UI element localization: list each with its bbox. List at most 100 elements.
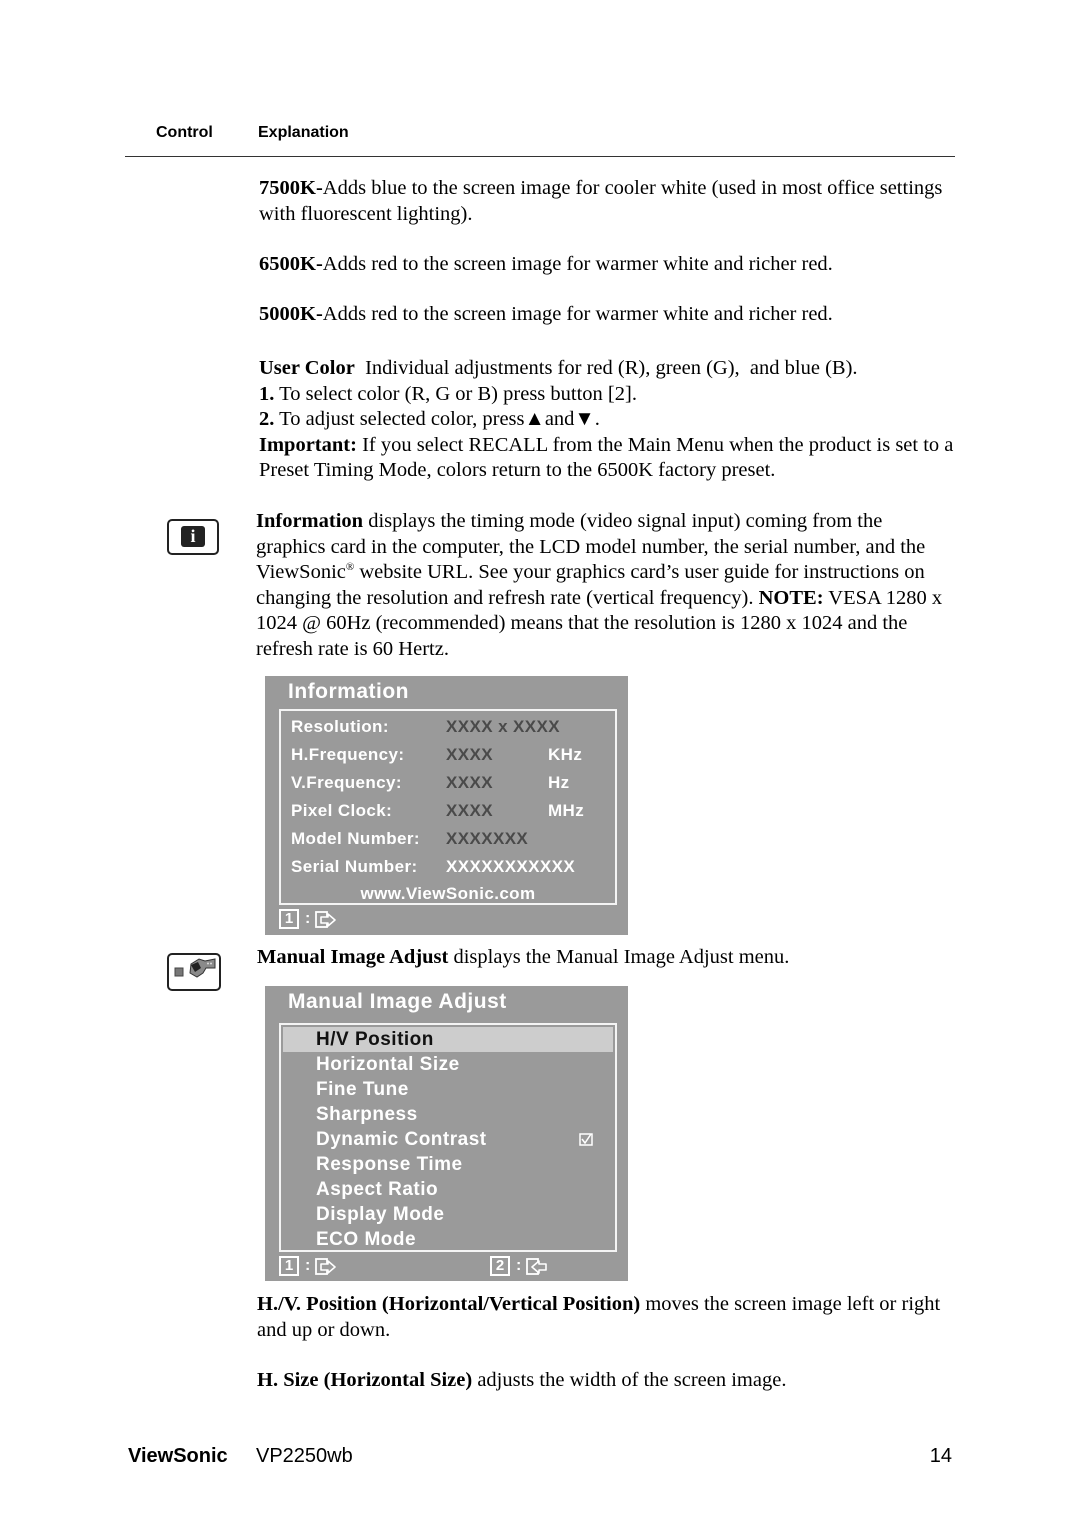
step-2-number: 2. bbox=[259, 408, 275, 430]
exit-icon bbox=[315, 1258, 336, 1275]
paragraph-information: Information displays the timing mode (vi… bbox=[256, 509, 956, 662]
desc-6500k: Adds red to the screen image for warmer … bbox=[322, 253, 833, 275]
manual-image-adjust-osd-frame: H/V Position Horizontal Size Fine Tune S… bbox=[279, 1023, 617, 1252]
step-1-text: To select color (R, G or B) press button… bbox=[274, 382, 637, 405]
column-header-explanation: Explanation bbox=[258, 124, 349, 141]
osd-label: Serial Number: bbox=[291, 857, 418, 876]
osd-title-manual-image-adjust: Manual Image Adjust bbox=[288, 990, 507, 1013]
osd-row-model-number: Model Number: XXXXXXX bbox=[291, 824, 615, 852]
information-osd-frame: Resolution: XXXX x XXXX H.Frequency: XXX… bbox=[279, 709, 617, 905]
osd-item-dynamic-contrast[interactable]: Dynamic Contrast bbox=[283, 1127, 613, 1152]
osd-item-label: Aspect Ratio bbox=[316, 1179, 439, 1200]
information-icon: i bbox=[167, 519, 219, 555]
key-1-badge: 1 bbox=[279, 909, 299, 929]
osd-item-label: Sharpness bbox=[316, 1104, 418, 1125]
page-number: 14 bbox=[929, 1445, 952, 1467]
osd-item-sharpness[interactable]: Sharpness bbox=[283, 1102, 613, 1127]
footer-model: VP2250wb bbox=[256, 1445, 353, 1467]
osd-unit: KHz bbox=[548, 745, 583, 764]
desc-5000k: Adds red to the screen image for warmer … bbox=[322, 303, 833, 325]
term-user-color: User Color bbox=[259, 357, 355, 379]
osd-label: H.Frequency: bbox=[291, 745, 405, 764]
osd-item-label: ECO Mode bbox=[316, 1229, 417, 1250]
key-2-badge: 2 bbox=[490, 1256, 510, 1276]
registered-mark: ® bbox=[345, 561, 355, 574]
step-2-period: . bbox=[594, 408, 600, 430]
desc-user-color: Individual adjustments for red (R), gree… bbox=[354, 357, 858, 379]
osd-item-label: Dynamic Contrast bbox=[316, 1129, 487, 1150]
paragraph-7500k: 7500K-Adds blue to the screen image for … bbox=[259, 176, 959, 227]
exit-icon bbox=[315, 911, 336, 928]
paragraph-hv-position: H./V. Position (Horizontal/Vertical Posi… bbox=[257, 1292, 957, 1343]
step-2-text: To adjust selected color, press bbox=[274, 408, 525, 430]
osd-item-label: Horizontal Size bbox=[316, 1054, 460, 1075]
osd-item-horizontal-size[interactable]: Horizontal Size bbox=[283, 1052, 613, 1077]
term-note: NOTE: bbox=[758, 586, 824, 609]
term-7500k: 7500K- bbox=[259, 177, 323, 199]
osd-footer-exit: 1 : bbox=[279, 1256, 399, 1278]
checkbox-checked-icon[interactable] bbox=[579, 1133, 593, 1146]
term-important: Important: bbox=[259, 433, 357, 456]
wrench-icon bbox=[167, 953, 221, 991]
step-1-number: 1. bbox=[259, 382, 275, 405]
paragraph-h-size: H. Size (Horizontal Size) adjusts the wi… bbox=[257, 1368, 957, 1394]
paragraph-manual-image-adjust: Manual Image Adjust displays the Manual … bbox=[257, 945, 957, 971]
column-header-control: Control bbox=[156, 124, 213, 141]
h-size-text: adjusts the width of the screen image. bbox=[472, 1369, 787, 1391]
manual-image-adjust-text: displays the Manual Image Adjust menu. bbox=[448, 946, 790, 968]
osd-item-aspect-ratio[interactable]: Aspect Ratio bbox=[283, 1177, 613, 1202]
osd-label: Pixel Clock: bbox=[291, 801, 393, 820]
osd-unit: Hz bbox=[548, 773, 570, 792]
osd-label: Model Number: bbox=[291, 829, 420, 848]
osd-item-eco-mode[interactable]: ECO Mode bbox=[283, 1227, 613, 1252]
osd-row-resolution: Resolution: XXXX x XXXX bbox=[291, 712, 615, 740]
term-hv-position: H./V. Position (Horizontal/Vertical Posi… bbox=[257, 1293, 641, 1315]
osd-row-serial-number: Serial Number: XXXXXXXXXXX bbox=[291, 852, 615, 880]
manual-image-adjust-osd-menu: Manual Image Adjust H/V Position Horizon… bbox=[265, 986, 628, 1281]
osd-label: Resolution: bbox=[291, 717, 389, 736]
paragraph-user-color: User Color Individual adjustments for re… bbox=[259, 356, 959, 484]
osd-item-display-mode[interactable]: Display Mode bbox=[283, 1202, 613, 1227]
osd-value: XXXXXXXXXXX bbox=[446, 857, 576, 876]
term-6500k: 6500K- bbox=[259, 253, 323, 275]
term-information: Information bbox=[256, 510, 364, 532]
osd-item-label: Display Mode bbox=[316, 1204, 445, 1225]
up-arrow-icon: ▲ bbox=[524, 408, 545, 430]
paragraph-5000k: 5000K-Adds red to the screen image for w… bbox=[259, 302, 959, 328]
paragraph-6500k: 6500K-Adds red to the screen image for w… bbox=[259, 252, 959, 278]
footer-brand: ViewSonic bbox=[128, 1445, 228, 1467]
term-5000k: 5000K- bbox=[259, 303, 323, 325]
osd-item-hv-position[interactable]: H/V Position bbox=[283, 1027, 613, 1052]
osd-item-label: H/V Position bbox=[316, 1029, 434, 1050]
important-text: If you select RECALL from the Main Menu … bbox=[259, 433, 959, 482]
footer-colon: : bbox=[305, 1257, 311, 1274]
osd-footer-enter: 2 : bbox=[490, 1256, 610, 1278]
osd-item-fine-tune[interactable]: Fine Tune bbox=[283, 1077, 613, 1102]
osd-value: XXXX x XXXX bbox=[446, 717, 561, 736]
footer-colon: : bbox=[305, 910, 311, 927]
osd-item-label: Fine Tune bbox=[316, 1079, 409, 1100]
term-manual-image-adjust: Manual Image Adjust bbox=[257, 946, 449, 968]
info-glyph: i bbox=[181, 526, 205, 547]
osd-footer-exit: 1 : bbox=[279, 909, 399, 931]
desc-7500k: Adds blue to the screen image for cooler… bbox=[259, 177, 943, 225]
osd-label: V.Frequency: bbox=[291, 773, 402, 792]
key-1-badge: 1 bbox=[279, 1256, 299, 1276]
enter-icon bbox=[526, 1258, 547, 1275]
osd-value: XXXXXXX bbox=[446, 829, 529, 848]
osd-row-h-frequency: H.Frequency: XXXX KHz bbox=[291, 740, 615, 768]
term-h-size: H. Size (Horizontal Size) bbox=[257, 1369, 473, 1391]
down-arrow-icon: ▼ bbox=[574, 408, 595, 430]
osd-value: XXXX bbox=[446, 745, 493, 764]
footer-colon: : bbox=[516, 1257, 522, 1274]
osd-unit: MHz bbox=[548, 801, 585, 820]
and-word: and bbox=[544, 408, 575, 430]
header-divider bbox=[125, 156, 955, 157]
osd-row-v-frequency: V.Frequency: XXXX Hz bbox=[291, 768, 615, 796]
osd-value: XXXX bbox=[446, 801, 493, 820]
osd-website-url: www.ViewSonic.com bbox=[360, 884, 536, 903]
osd-item-response-time[interactable]: Response Time bbox=[283, 1152, 613, 1177]
osd-row-pixel-clock: Pixel Clock: XXXX MHz bbox=[291, 796, 615, 824]
information-osd-menu: Information Resolution: XXXX x XXXX H.Fr… bbox=[265, 676, 628, 935]
osd-title-information: Information bbox=[288, 680, 409, 703]
